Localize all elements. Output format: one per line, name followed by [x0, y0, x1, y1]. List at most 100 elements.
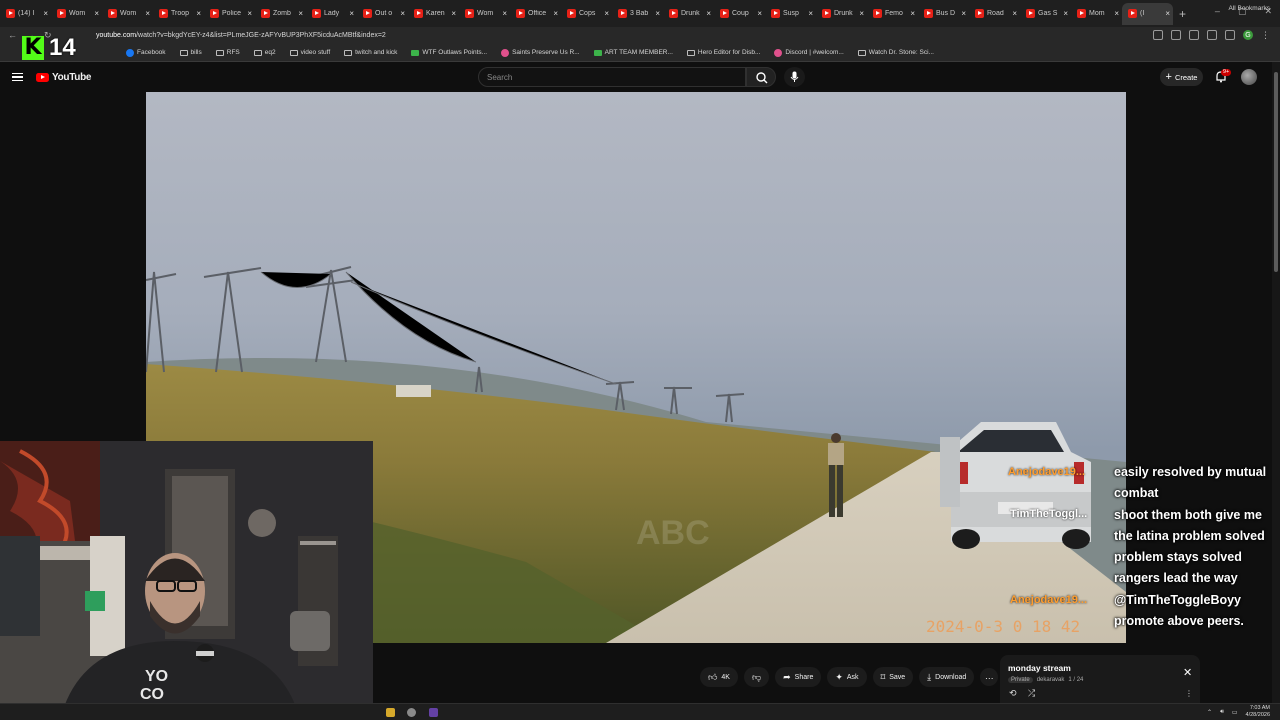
network-icon[interactable]: ▭ [1232, 709, 1238, 716]
volume-icon[interactable]: 🔊︎ [1220, 709, 1224, 716]
bookmark-item[interactable]: eq2 [253, 49, 276, 56]
user-avatar[interactable] [1241, 69, 1257, 85]
menu-dots-icon[interactable]: ⋮ [1261, 30, 1270, 40]
url-field[interactable]: youtube.com/watch?v=bkgdYcEY-z4&list=PLm… [96, 32, 386, 39]
clock[interactable]: 7:03 AM 4/28/2026 [1246, 705, 1270, 719]
tab-close-icon[interactable]: × [961, 9, 966, 18]
tab-close-icon[interactable]: × [757, 9, 762, 18]
minimize-icon[interactable]: – [1215, 6, 1220, 17]
bookmark-item[interactable]: video stuff [289, 49, 330, 56]
youtube-logo[interactable]: YouTube [36, 72, 92, 83]
tab-close-icon[interactable]: × [859, 9, 864, 18]
browser-tab[interactable]: Police × [204, 3, 255, 25]
tab-close-icon[interactable]: × [247, 9, 252, 18]
new-tab-button[interactable]: + [1179, 7, 1186, 21]
browser-tab[interactable]: Lady × [306, 3, 357, 25]
browser-tab[interactable]: Cops × [561, 3, 612, 25]
tab-close-icon[interactable]: × [1114, 9, 1119, 18]
browser-tab[interactable]: Drunk × [816, 3, 867, 25]
tab-close-icon[interactable]: × [94, 9, 99, 18]
tab-close-icon[interactable]: × [1063, 9, 1068, 18]
dislike-button[interactable]: 👎︎ [743, 667, 770, 687]
tab-close-icon[interactable]: × [451, 9, 456, 18]
settings-gear-icon[interactable] [407, 708, 416, 717]
browser-tab[interactable]: (I × [1122, 2, 1173, 25]
browser-tab[interactable]: 3 Bab × [612, 3, 663, 25]
search-input[interactable]: Search [478, 67, 746, 87]
bookmark-item[interactable]: Discord | #welcom... [774, 48, 844, 57]
download-icon[interactable] [1225, 30, 1235, 40]
bookmark-item[interactable]: twitch and kick [344, 49, 397, 56]
tab-close-icon[interactable]: × [196, 9, 201, 18]
back-icon[interactable]: ← [8, 30, 17, 41]
tab-close-icon[interactable]: × [349, 9, 354, 18]
tab-close-icon[interactable]: × [43, 9, 48, 18]
browser-tab[interactable]: Coup × [714, 3, 765, 25]
hamburger-menu-icon[interactable] [12, 72, 23, 82]
search-button[interactable] [746, 67, 776, 87]
bookmark-item[interactable]: bills [179, 49, 202, 56]
taskbar-app-icon[interactable] [429, 708, 438, 717]
browser-tab[interactable]: Gas S × [1020, 3, 1071, 25]
tab-close-icon[interactable]: × [298, 9, 303, 18]
browser-tab[interactable]: Wom × [102, 3, 153, 25]
ask-button[interactable]: ✦ Ask [827, 667, 867, 687]
tab-close-icon[interactable]: × [604, 9, 609, 18]
playlist-title[interactable]: monday stream [1008, 663, 1071, 673]
chat-username: Anejodave19... [1010, 594, 1088, 606]
browser-tab[interactable]: Out o × [357, 3, 408, 25]
install-icon[interactable] [1153, 30, 1163, 40]
browser-tab[interactable]: Troop × [153, 3, 204, 25]
playlist-owner[interactable]: dekaravak [1037, 677, 1065, 683]
extension-puzzle-icon[interactable] [1207, 30, 1217, 40]
tab-close-icon[interactable]: × [553, 9, 558, 18]
tab-close-icon[interactable]: × [502, 9, 507, 18]
browser-tab[interactable]: Zomb × [255, 3, 306, 25]
playlist-menu-icon[interactable]: ⋮ [1185, 689, 1193, 698]
tab-close-icon[interactable]: × [400, 9, 405, 18]
share-button[interactable]: ➦ Share [775, 667, 822, 687]
browser-tab[interactable]: Road × [969, 3, 1020, 25]
bookmark-item[interactable]: Saints Preserve Us R... [501, 48, 580, 57]
tab-close-icon[interactable]: × [1165, 9, 1170, 18]
download-button[interactable]: ⤓ Download [919, 667, 975, 687]
tab-close-icon[interactable]: × [145, 9, 150, 18]
bookmark-item[interactable]: Hero Editor for Disb... [686, 49, 760, 56]
tray-chevron-icon[interactable]: ⌃ [1207, 709, 1212, 716]
tab-close-icon[interactable]: × [1012, 9, 1017, 18]
tab-close-icon[interactable]: × [910, 9, 915, 18]
bookmark-star-icon[interactable] [1171, 30, 1181, 40]
voice-search-button[interactable] [784, 67, 805, 87]
taskbar-app-icon[interactable] [386, 708, 395, 717]
browser-tab[interactable]: Office × [510, 3, 561, 25]
profile-avatar[interactable]: G [1243, 30, 1253, 40]
all-bookmarks[interactable]: All Bookmarks [1228, 5, 1270, 12]
browser-tab[interactable]: (14) I × [0, 3, 51, 25]
tab-title: Drunk [681, 10, 700, 17]
bookmark-item[interactable]: ART TEAM MEMBER... [593, 49, 673, 56]
loop-icon[interactable]: ⟲ [1009, 688, 1017, 699]
tab-close-icon[interactable]: × [706, 9, 711, 18]
browser-tab[interactable]: Femo × [867, 3, 918, 25]
like-button[interactable]: 👍︎ 4K [700, 667, 738, 687]
create-button[interactable]: + Create [1160, 68, 1203, 86]
bookmark-item[interactable]: Facebook [126, 48, 166, 57]
extension-icon[interactable] [1189, 30, 1199, 40]
browser-tab[interactable]: Susp × [765, 3, 816, 25]
close-icon[interactable]: ✕ [1183, 666, 1192, 679]
browser-tab[interactable]: Wom × [51, 3, 102, 25]
bookmark-item[interactable]: WTF Outlaws Points... [411, 49, 487, 56]
browser-tab[interactable]: Drunk × [663, 3, 714, 25]
browser-tab[interactable]: Karen × [408, 3, 459, 25]
browser-tab[interactable]: Wom × [459, 3, 510, 25]
bookmark-item[interactable]: RFS [215, 49, 240, 56]
scrollbar-thumb[interactable] [1274, 72, 1278, 272]
more-actions-button[interactable]: … [980, 668, 999, 686]
browser-tab[interactable]: Mom × [1071, 3, 1122, 25]
shuffle-icon[interactable]: ⤮ [1028, 688, 1035, 699]
browser-tab[interactable]: Bus D × [918, 3, 969, 25]
bookmark-item[interactable]: Watch Dr. Stone: Sci... [857, 49, 934, 56]
tab-close-icon[interactable]: × [808, 9, 813, 18]
tab-close-icon[interactable]: × [655, 9, 660, 18]
save-button[interactable]: ⌑ Save [872, 667, 914, 687]
